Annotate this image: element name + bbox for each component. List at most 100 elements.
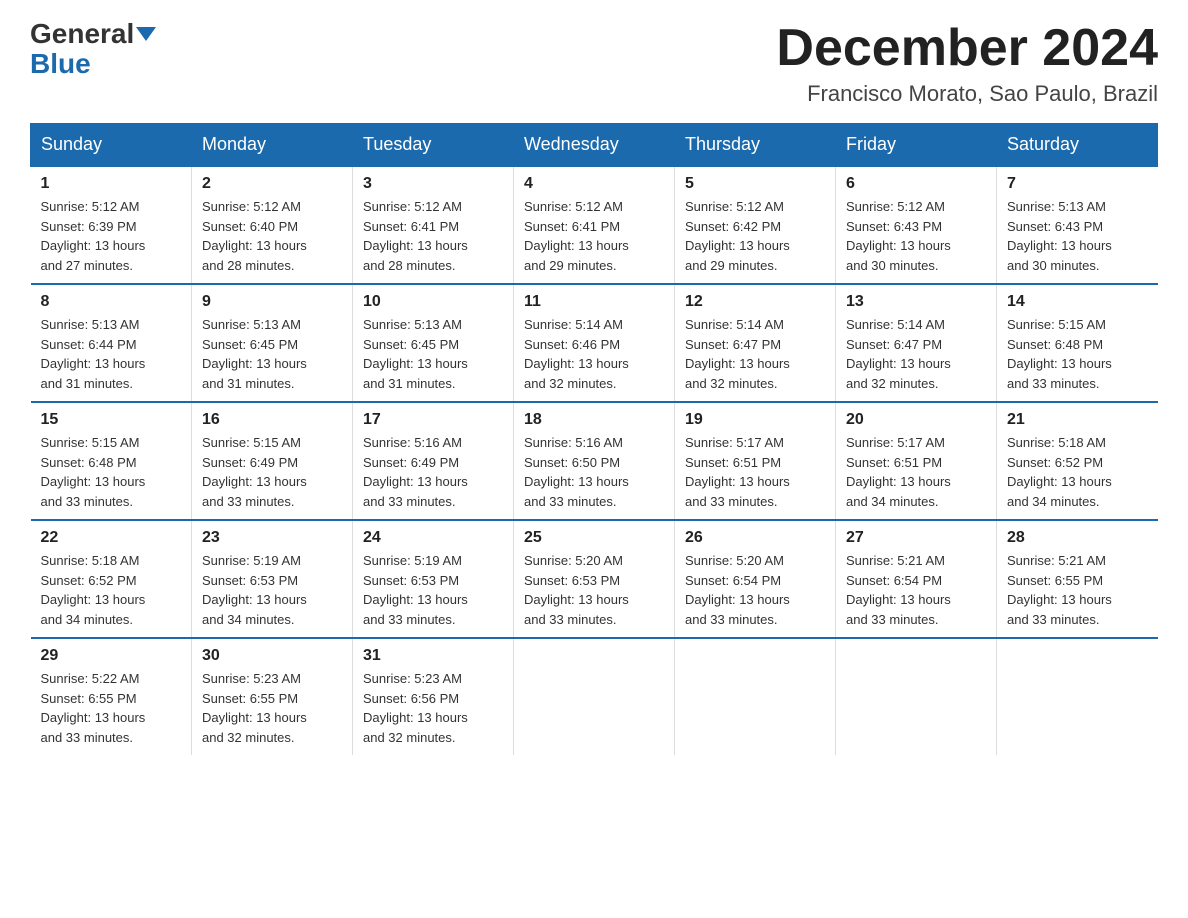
day-info: Sunrise: 5:19 AMSunset: 6:53 PMDaylight:… [202,551,342,629]
calendar-cell: 26 Sunrise: 5:20 AMSunset: 6:54 PMDayligh… [675,520,836,638]
header-day-thursday: Thursday [675,124,836,167]
calendar-cell: 23 Sunrise: 5:19 AMSunset: 6:53 PMDayligh… [192,520,353,638]
calendar-cell: 25 Sunrise: 5:20 AMSunset: 6:53 PMDayligh… [514,520,675,638]
day-info: Sunrise: 5:23 AMSunset: 6:56 PMDaylight:… [363,669,503,747]
day-number: 25 [524,529,664,547]
day-info: Sunrise: 5:12 AMSunset: 6:41 PMDaylight:… [363,197,503,275]
calendar-cell: 2 Sunrise: 5:12 AMSunset: 6:40 PMDaylight… [192,166,353,284]
day-info: Sunrise: 5:18 AMSunset: 6:52 PMDaylight:… [41,551,182,629]
day-number: 18 [524,411,664,429]
day-info: Sunrise: 5:20 AMSunset: 6:54 PMDaylight:… [685,551,825,629]
calendar-cell [514,638,675,755]
calendar-cell: 8 Sunrise: 5:13 AMSunset: 6:44 PMDaylight… [31,284,192,402]
day-number: 28 [1007,529,1148,547]
day-info: Sunrise: 5:12 AMSunset: 6:40 PMDaylight:… [202,197,342,275]
calendar-cell: 14Sunrise: 5:15 AMSunset: 6:48 PMDayligh… [997,284,1158,402]
day-number: 19 [685,411,825,429]
calendar-cell: 29 Sunrise: 5:22 AMSunset: 6:55 PMDayligh… [31,638,192,755]
day-number: 23 [202,529,342,547]
day-number: 29 [41,647,182,665]
calendar-table: SundayMondayTuesdayWednesdayThursdayFrid… [30,123,1158,755]
calendar-cell: 7Sunrise: 5:13 AMSunset: 6:43 PMDaylight… [997,166,1158,284]
day-info: Sunrise: 5:16 AMSunset: 6:50 PMDaylight:… [524,433,664,511]
day-info: Sunrise: 5:20 AMSunset: 6:53 PMDaylight:… [524,551,664,629]
calendar-cell [836,638,997,755]
day-info: Sunrise: 5:15 AMSunset: 6:48 PMDaylight:… [1007,315,1148,393]
calendar-cell: 19Sunrise: 5:17 AMSunset: 6:51 PMDayligh… [675,402,836,520]
calendar-cell: 13Sunrise: 5:14 AMSunset: 6:47 PMDayligh… [836,284,997,402]
day-info: Sunrise: 5:12 AMSunset: 6:41 PMDaylight:… [524,197,664,275]
calendar-cell: 11Sunrise: 5:14 AMSunset: 6:46 PMDayligh… [514,284,675,402]
day-number: 16 [202,411,342,429]
calendar-cell: 27 Sunrise: 5:21 AMSunset: 6:54 PMDayligh… [836,520,997,638]
calendar-cell: 1 Sunrise: 5:12 AMSunset: 6:39 PMDaylight… [31,166,192,284]
day-info: Sunrise: 5:18 AMSunset: 6:52 PMDaylight:… [1007,433,1148,511]
calendar-cell: 24Sunrise: 5:19 AMSunset: 6:53 PMDayligh… [353,520,514,638]
calendar-cell: 4Sunrise: 5:12 AMSunset: 6:41 PMDaylight… [514,166,675,284]
logo-blue: Blue [30,50,91,78]
day-info: Sunrise: 5:15 AMSunset: 6:48 PMDaylight:… [41,433,182,511]
day-info: Sunrise: 5:21 AMSunset: 6:55 PMDaylight:… [1007,551,1148,629]
page-header: General Blue December 2024 Francisco Mor… [30,20,1158,107]
calendar-cell: 31Sunrise: 5:23 AMSunset: 6:56 PMDayligh… [353,638,514,755]
day-info: Sunrise: 5:13 AMSunset: 6:44 PMDaylight:… [41,315,182,393]
logo: General Blue [30,20,156,78]
day-info: Sunrise: 5:19 AMSunset: 6:53 PMDaylight:… [363,551,503,629]
calendar-week-row: 29 Sunrise: 5:22 AMSunset: 6:55 PMDayligh… [31,638,1158,755]
logo-arrow-icon [136,27,156,41]
calendar-cell: 5 Sunrise: 5:12 AMSunset: 6:42 PMDaylight… [675,166,836,284]
title-month: December 2024 [776,20,1158,77]
day-number: 27 [846,529,986,547]
calendar-cell: 3 Sunrise: 5:12 AMSunset: 6:41 PMDaylight… [353,166,514,284]
calendar-week-row: 8 Sunrise: 5:13 AMSunset: 6:44 PMDaylight… [31,284,1158,402]
day-info: Sunrise: 5:14 AMSunset: 6:46 PMDaylight:… [524,315,664,393]
calendar-cell [997,638,1158,755]
calendar-cell [675,638,836,755]
calendar-cell: 6 Sunrise: 5:12 AMSunset: 6:43 PMDaylight… [836,166,997,284]
header-day-sunday: Sunday [31,124,192,167]
day-info: Sunrise: 5:23 AMSunset: 6:55 PMDaylight:… [202,669,342,747]
title-location: Francisco Morato, Sao Paulo, Brazil [776,81,1158,107]
day-number: 8 [41,293,182,311]
day-number: 2 [202,175,342,193]
day-info: Sunrise: 5:17 AMSunset: 6:51 PMDaylight:… [846,433,986,511]
day-number: 17 [363,411,503,429]
day-number: 5 [685,175,825,193]
day-info: Sunrise: 5:15 AMSunset: 6:49 PMDaylight:… [202,433,342,511]
day-info: Sunrise: 5:13 AMSunset: 6:45 PMDaylight:… [202,315,342,393]
day-info: Sunrise: 5:21 AMSunset: 6:54 PMDaylight:… [846,551,986,629]
day-info: Sunrise: 5:13 AMSunset: 6:45 PMDaylight:… [363,315,503,393]
day-info: Sunrise: 5:13 AMSunset: 6:43 PMDaylight:… [1007,197,1148,275]
calendar-cell: 10 Sunrise: 5:13 AMSunset: 6:45 PMDayligh… [353,284,514,402]
calendar-cell: 16 Sunrise: 5:15 AMSunset: 6:49 PMDayligh… [192,402,353,520]
day-number: 20 [846,411,986,429]
day-info: Sunrise: 5:12 AMSunset: 6:43 PMDaylight:… [846,197,986,275]
calendar-cell: 18 Sunrise: 5:16 AMSunset: 6:50 PMDayligh… [514,402,675,520]
day-info: Sunrise: 5:14 AMSunset: 6:47 PMDaylight:… [846,315,986,393]
day-number: 3 [363,175,503,193]
day-info: Sunrise: 5:22 AMSunset: 6:55 PMDaylight:… [41,669,182,747]
header-day-monday: Monday [192,124,353,167]
day-number: 12 [685,293,825,311]
day-info: Sunrise: 5:12 AMSunset: 6:42 PMDaylight:… [685,197,825,275]
calendar-week-row: 15Sunrise: 5:15 AMSunset: 6:48 PMDayligh… [31,402,1158,520]
calendar-cell: 12Sunrise: 5:14 AMSunset: 6:47 PMDayligh… [675,284,836,402]
day-number: 30 [202,647,342,665]
calendar-cell: 17 Sunrise: 5:16 AMSunset: 6:49 PMDayligh… [353,402,514,520]
day-number: 26 [685,529,825,547]
calendar-cell: 20 Sunrise: 5:17 AMSunset: 6:51 PMDayligh… [836,402,997,520]
calendar-cell: 30 Sunrise: 5:23 AMSunset: 6:55 PMDayligh… [192,638,353,755]
header-day-wednesday: Wednesday [514,124,675,167]
day-info: Sunrise: 5:16 AMSunset: 6:49 PMDaylight:… [363,433,503,511]
calendar-header-row: SundayMondayTuesdayWednesdayThursdayFrid… [31,124,1158,167]
day-number: 22 [41,529,182,547]
header-day-tuesday: Tuesday [353,124,514,167]
calendar-cell: 9Sunrise: 5:13 AMSunset: 6:45 PMDaylight… [192,284,353,402]
calendar-cell: 22 Sunrise: 5:18 AMSunset: 6:52 PMDayligh… [31,520,192,638]
calendar-week-row: 22 Sunrise: 5:18 AMSunset: 6:52 PMDayligh… [31,520,1158,638]
day-number: 1 [41,175,182,193]
day-info: Sunrise: 5:12 AMSunset: 6:39 PMDaylight:… [41,197,182,275]
day-number: 10 [363,293,503,311]
day-number: 6 [846,175,986,193]
calendar-week-row: 1 Sunrise: 5:12 AMSunset: 6:39 PMDaylight… [31,166,1158,284]
